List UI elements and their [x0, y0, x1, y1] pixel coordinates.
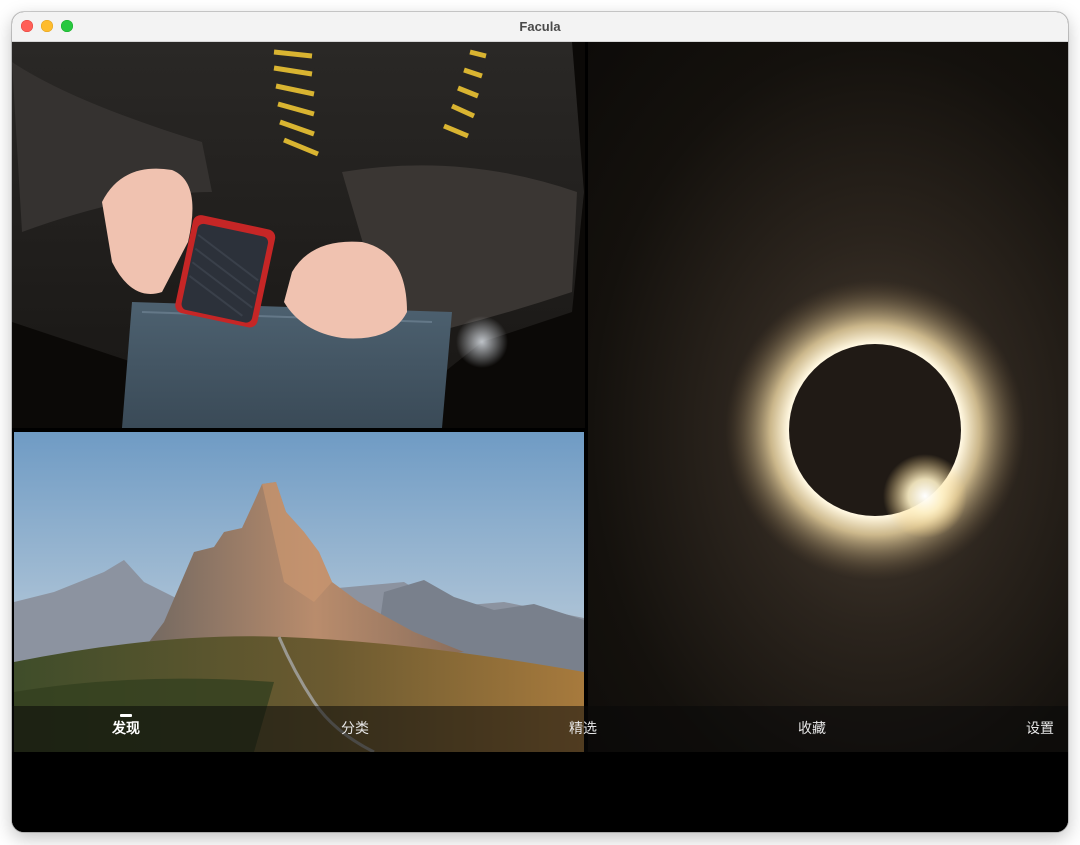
- photo-mountain[interactable]: [14, 432, 584, 752]
- bottom-tab-bar: 发现 分类 精选 收藏 设置: [12, 706, 1068, 752]
- photo-jacket-ssd[interactable]: [12, 42, 585, 428]
- photo-solar-eclipse[interactable]: [588, 42, 1068, 754]
- tab-settings[interactable]: 设置: [1000, 706, 1068, 752]
- photo-grid: 发现 分类 精选 收藏 设置: [12, 42, 1068, 832]
- tab-label: 收藏: [798, 721, 826, 737]
- tab-label: 分类: [341, 721, 369, 737]
- window-title: Facula: [519, 19, 561, 34]
- title-bar[interactable]: Facula: [12, 12, 1068, 42]
- empty-area: [12, 752, 1068, 832]
- tab-label: 设置: [1026, 721, 1054, 737]
- tab-categories[interactable]: 分类: [315, 706, 395, 752]
- tab-favorites[interactable]: 收藏: [772, 706, 852, 752]
- tab-discover[interactable]: 发现: [86, 706, 166, 752]
- tab-label: 发现: [112, 721, 140, 737]
- tab-featured[interactable]: 精选: [543, 706, 623, 752]
- active-tab-indicator: [120, 714, 132, 717]
- app-window: Facula 发现 分类 精选 收藏 设置: [12, 12, 1068, 832]
- tab-label: 精选: [569, 721, 597, 737]
